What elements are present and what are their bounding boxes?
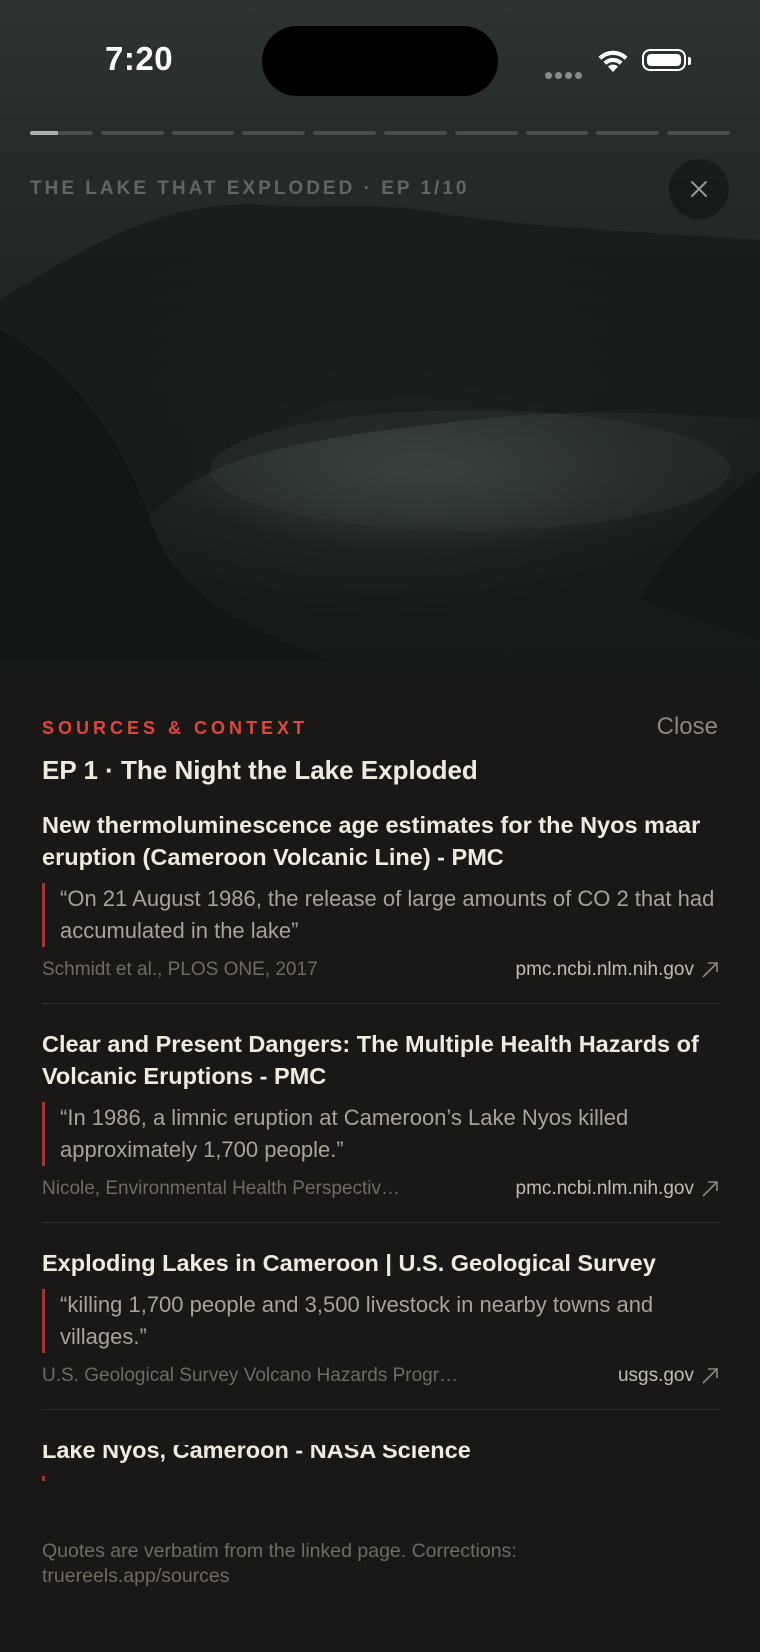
source-domain: usgs.gov — [617, 1365, 694, 1386]
source-title[interactable]: Exploding Lakes in Cameroon | U.S. Geolo… — [42, 1247, 720, 1279]
wifi-icon — [596, 48, 630, 79]
progress-segment — [596, 131, 660, 135]
source-citation: Nicole, Environmental Health Perspectiv… — [42, 1178, 400, 1199]
external-link-arrow-icon — [702, 1368, 718, 1384]
sheet-title: EP 1 · The Night the Lake Exploded — [42, 755, 478, 785]
battery-icon — [642, 49, 691, 71]
source-quote — [42, 1476, 720, 1481]
sheet-kicker: SOURCES & CONTEXT — [42, 718, 309, 738]
sources-list[interactable]: New thermoluminescence age estimates for… — [42, 809, 720, 1481]
progress-segment — [171, 131, 235, 135]
sources-footnote: Quotes are verbatim from the linked page… — [42, 1540, 517, 1587]
source-title[interactable]: Clear and Present Dangers: The Multiple … — [42, 1028, 720, 1092]
source-title[interactable]: New thermoluminescence age estimates for… — [42, 809, 720, 873]
sheet-close-button[interactable]: Close — [657, 713, 718, 741]
source-quote: “killing 1,700 people and 3,500 livestoc… — [42, 1289, 720, 1353]
progress-segment-fill — [30, 131, 59, 135]
progress-segment — [667, 131, 730, 135]
progress-segment — [30, 131, 93, 135]
story-progress-bar — [30, 131, 730, 135]
source-item[interactable]: Clear and Present Dangers: The Multiple … — [42, 1028, 720, 1223]
source-domain: pmc.ncbi.nlm.nih.gov — [515, 959, 694, 980]
source-domain: pmc.ncbi.nlm.nih.gov — [515, 1178, 694, 1199]
sources-sheet: SOURCES & CONTEXT Close EP 1 · The Night… — [0, 669, 760, 1652]
close-story-button[interactable] — [669, 159, 729, 219]
source-citation: Schmidt et al., PLOS ONE, 2017 — [42, 959, 318, 980]
status-time: 7:20 — [105, 40, 174, 77]
close-icon — [691, 181, 707, 197]
source-link[interactable]: pmc.ncbi.nlm.nih.gov — [516, 959, 720, 981]
list-fade — [0, 1405, 760, 1445]
progress-segment — [313, 131, 376, 135]
source-item[interactable]: Exploding Lakes in Cameroon | U.S. Geolo… — [42, 1247, 720, 1410]
progress-segment — [525, 131, 589, 135]
source-quote: “In 1986, a limnic eruption at Cameroon’… — [42, 1102, 720, 1166]
external-link-arrow-icon — [702, 962, 718, 978]
episode-label: THE LAKE THAT EXPLODED · EP 1/10 — [30, 178, 470, 199]
cellular-signal-icon — [545, 66, 585, 84]
source-quote: “On 21 August 1986, the release of large… — [42, 883, 720, 947]
progress-segment — [383, 131, 447, 135]
source-item[interactable]: New thermoluminescence age estimates for… — [42, 809, 720, 1004]
status-bar: 7:20 — [0, 0, 760, 120]
source-link[interactable]: usgs.gov — [618, 1365, 720, 1387]
progress-segment — [454, 131, 518, 135]
progress-segment — [100, 131, 164, 135]
dynamic-island — [262, 26, 498, 96]
external-link-arrow-icon — [702, 1181, 718, 1197]
source-link[interactable]: pmc.ncbi.nlm.nih.gov — [516, 1178, 720, 1200]
progress-segment — [242, 131, 306, 135]
source-citation: U.S. Geological Survey Volcano Hazards P… — [42, 1365, 462, 1386]
